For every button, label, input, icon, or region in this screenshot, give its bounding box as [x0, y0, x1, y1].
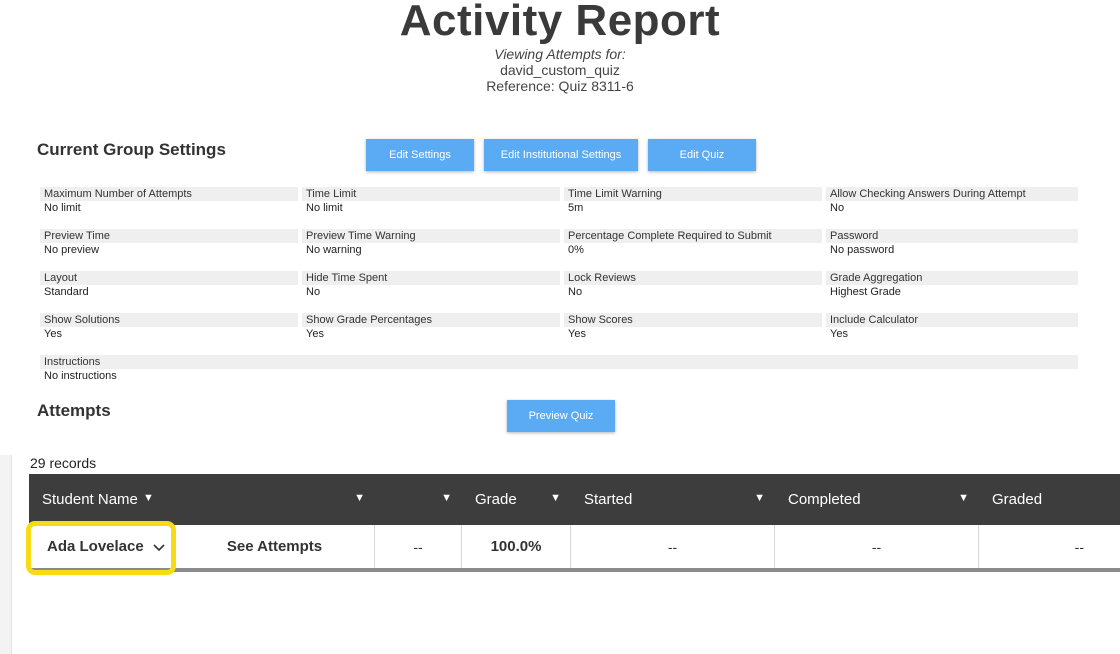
student-name-dropdown[interactable]: Ada Lovelace: [29, 525, 175, 568]
setting-label: Password: [826, 229, 1078, 243]
setting-time-limit: Time Limit No limit: [302, 187, 560, 215]
column-label: Graded: [992, 491, 1043, 508]
setting-value: No limit: [44, 202, 81, 214]
setting-time-limit-warning: Time Limit Warning 5m: [564, 187, 822, 215]
graded-value: --: [1074, 538, 1084, 555]
sort-caret-icon[interactable]: ▼: [354, 492, 365, 504]
attempts-heading: Attempts: [37, 401, 111, 420]
setting-show-scores: Show Scores Yes: [564, 313, 822, 341]
chevron-down-icon[interactable]: [153, 539, 165, 555]
setting-label: Percentage Complete Required to Submit: [564, 229, 822, 243]
edit-institutional-settings-button[interactable]: Edit Institutional Settings: [484, 139, 638, 171]
sort-caret-icon[interactable]: ▼: [958, 492, 969, 504]
setting-grade-aggregation: Grade Aggregation Highest Grade: [826, 271, 1078, 299]
setting-label: Include Calculator: [826, 313, 1078, 327]
column-header-started[interactable]: Started ▼: [571, 474, 775, 525]
setting-preview-time: Preview Time No preview: [40, 229, 298, 257]
setting-label: Maximum Number of Attempts: [40, 187, 298, 201]
setting-value: Yes: [306, 328, 324, 340]
table-row: Ada Lovelace See Attempts -- 100.0% -- -…: [29, 525, 1120, 572]
setting-label: Lock Reviews: [564, 271, 822, 285]
setting-value: 0%: [568, 244, 584, 256]
setting-value: No: [306, 286, 321, 298]
setting-label: Time Limit: [302, 187, 560, 201]
started-value: --: [571, 525, 775, 568]
setting-max-attempts: Maximum Number of Attempts No limit: [40, 187, 298, 215]
setting-value: Highest Grade: [830, 286, 901, 298]
column-header-graded[interactable]: Graded: [979, 474, 1120, 525]
column-header-student-name[interactable]: Student Name ▼: [29, 474, 175, 525]
setting-label: Hide Time Spent: [302, 271, 560, 285]
setting-label: Allow Checking Answers During Attempt: [826, 187, 1078, 201]
setting-value: Yes: [830, 328, 848, 340]
setting-label: Instructions: [40, 355, 1078, 369]
setting-password: Password No password: [826, 229, 1078, 257]
setting-value: Yes: [568, 328, 586, 340]
quiz-name: david_custom_quiz: [500, 62, 620, 78]
column-header-link[interactable]: ▼: [175, 474, 375, 525]
attempt-col3-value: --: [375, 525, 462, 568]
column-label: Started: [584, 491, 633, 508]
report-subtitle: Viewing Attempts for: david_custom_quiz …: [0, 46, 1120, 94]
edit-settings-button[interactable]: Edit Settings: [366, 139, 474, 171]
column-header-col3[interactable]: ▼: [375, 474, 462, 525]
column-header-completed[interactable]: Completed ▼: [775, 474, 979, 525]
setting-label: Grade Aggregation: [826, 271, 1078, 285]
setting-label: Show Grade Percentages: [302, 313, 560, 327]
completed-value: --: [775, 525, 979, 568]
setting-value: Standard: [44, 286, 89, 298]
setting-preview-time-warning: Preview Time Warning No warning: [302, 229, 560, 257]
setting-value: No instructions: [44, 370, 117, 382]
column-label: Grade: [475, 491, 517, 508]
setting-value: No limit: [306, 202, 343, 214]
grade-value: 100.0%: [462, 525, 571, 568]
preview-quiz-button[interactable]: Preview Quiz: [507, 400, 615, 432]
setting-value: No preview: [44, 244, 100, 256]
table-header: Student Name ▼ ▼ ▼ Grade ▼ Started ▼ Com…: [29, 474, 1120, 525]
viewing-label: Viewing Attempts for:: [494, 46, 626, 62]
student-name: Ada Lovelace: [47, 538, 144, 555]
setting-include-calculator: Include Calculator Yes: [826, 313, 1078, 341]
sort-caret-icon[interactable]: ▼: [143, 492, 154, 504]
setting-allow-checking: Allow Checking Answers During Attempt No: [826, 187, 1078, 215]
setting-show-solutions: Show Solutions Yes: [40, 313, 298, 341]
setting-value: Yes: [44, 328, 62, 340]
setting-label: Show Scores: [564, 313, 822, 327]
records-count: 29 records: [30, 455, 97, 471]
edit-quiz-button[interactable]: Edit Quiz: [648, 139, 756, 171]
setting-percentage-complete: Percentage Complete Required to Submit 0%: [564, 229, 822, 257]
setting-value: No password: [830, 244, 895, 256]
setting-value: No: [830, 202, 845, 214]
column-label: Student Name: [42, 491, 138, 508]
setting-show-grade-percentages: Show Grade Percentages Yes: [302, 313, 560, 341]
setting-value: No: [568, 286, 583, 298]
setting-value: 5m: [568, 202, 584, 214]
setting-label: Layout: [40, 271, 298, 285]
left-panel-edge: [0, 455, 12, 654]
column-label: Completed: [788, 491, 861, 508]
setting-lock-reviews: Lock Reviews No: [564, 271, 822, 299]
setting-instructions: Instructions No instructions: [40, 355, 1078, 383]
page-title: Activity Report: [399, 0, 721, 45]
group-settings-heading: Current Group Settings: [37, 140, 226, 159]
setting-layout: Layout Standard: [40, 271, 298, 299]
setting-value: No warning: [306, 244, 362, 256]
quiz-reference: Reference: Quiz 8311-6: [486, 78, 634, 94]
settings-grid: Maximum Number of Attempts No limit Time …: [40, 187, 1082, 383]
see-attempts-link[interactable]: See Attempts: [175, 525, 375, 568]
setting-hide-time-spent: Hide Time Spent No: [302, 271, 560, 299]
setting-label: Time Limit Warning: [564, 187, 822, 201]
attempts-table: Student Name ▼ ▼ ▼ Grade ▼ Started ▼ Com…: [29, 474, 1120, 572]
sort-caret-icon[interactable]: ▼: [550, 492, 561, 504]
setting-label: Preview Time: [40, 229, 298, 243]
setting-label: Show Solutions: [40, 313, 298, 327]
sort-caret-icon[interactable]: ▼: [441, 492, 452, 504]
column-header-grade[interactable]: Grade ▼: [462, 474, 571, 525]
setting-label: Preview Time Warning: [302, 229, 560, 243]
sort-caret-icon[interactable]: ▼: [754, 492, 765, 504]
